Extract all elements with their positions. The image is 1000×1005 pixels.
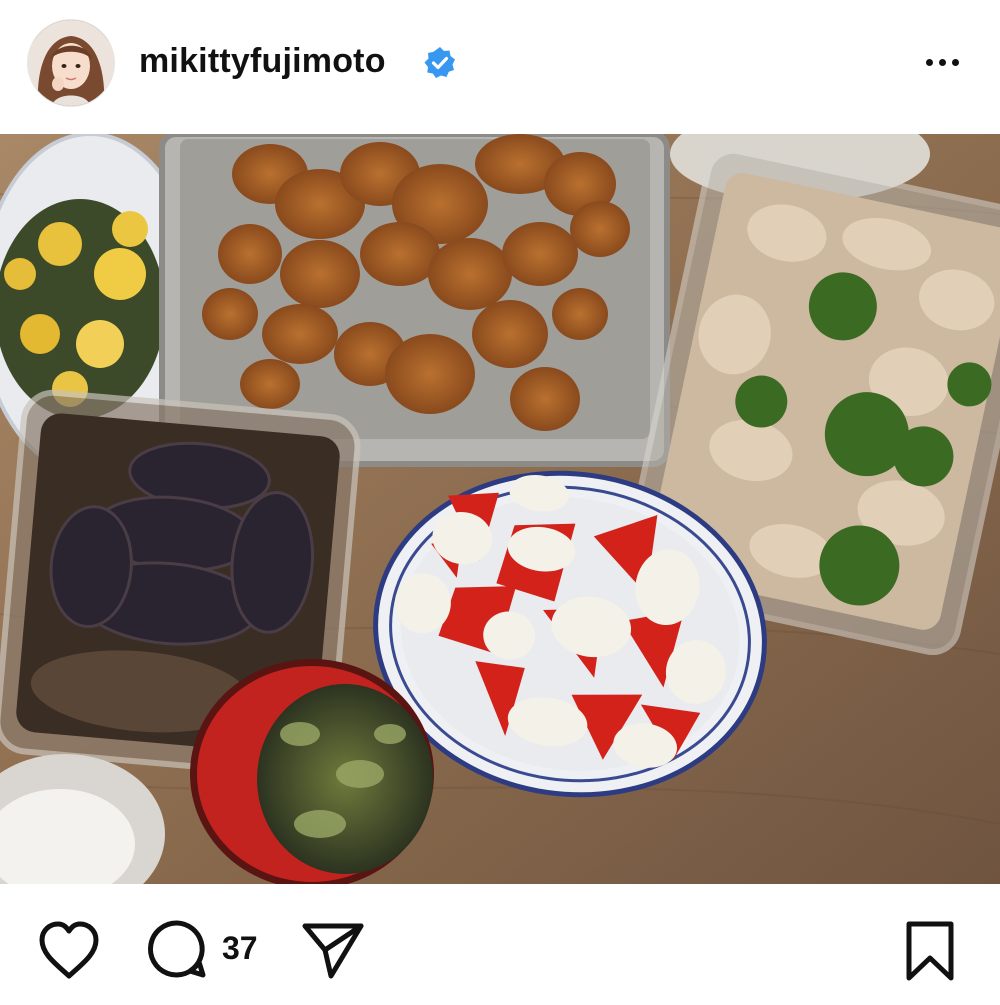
post-actions: 37	[0, 884, 1000, 1005]
more-options-icon[interactable]	[918, 44, 966, 80]
dot	[925, 58, 933, 66]
verified-badge-icon	[423, 46, 457, 80]
post-header: mikittyfujimoto	[0, 0, 1000, 134]
post-photo[interactable]	[0, 134, 1000, 884]
comment-icon[interactable]	[146, 918, 208, 980]
send-icon[interactable]	[301, 920, 365, 980]
dot	[951, 58, 959, 66]
dot	[938, 58, 946, 66]
bookmark-icon[interactable]	[902, 920, 958, 982]
avatar[interactable]	[28, 20, 114, 106]
heart-icon[interactable]	[36, 920, 102, 980]
comment-count: 37	[222, 930, 258, 966]
username[interactable]: mikittyfujimoto	[139, 42, 386, 81]
food-photo	[0, 134, 1000, 884]
avatar-image	[28, 20, 114, 106]
